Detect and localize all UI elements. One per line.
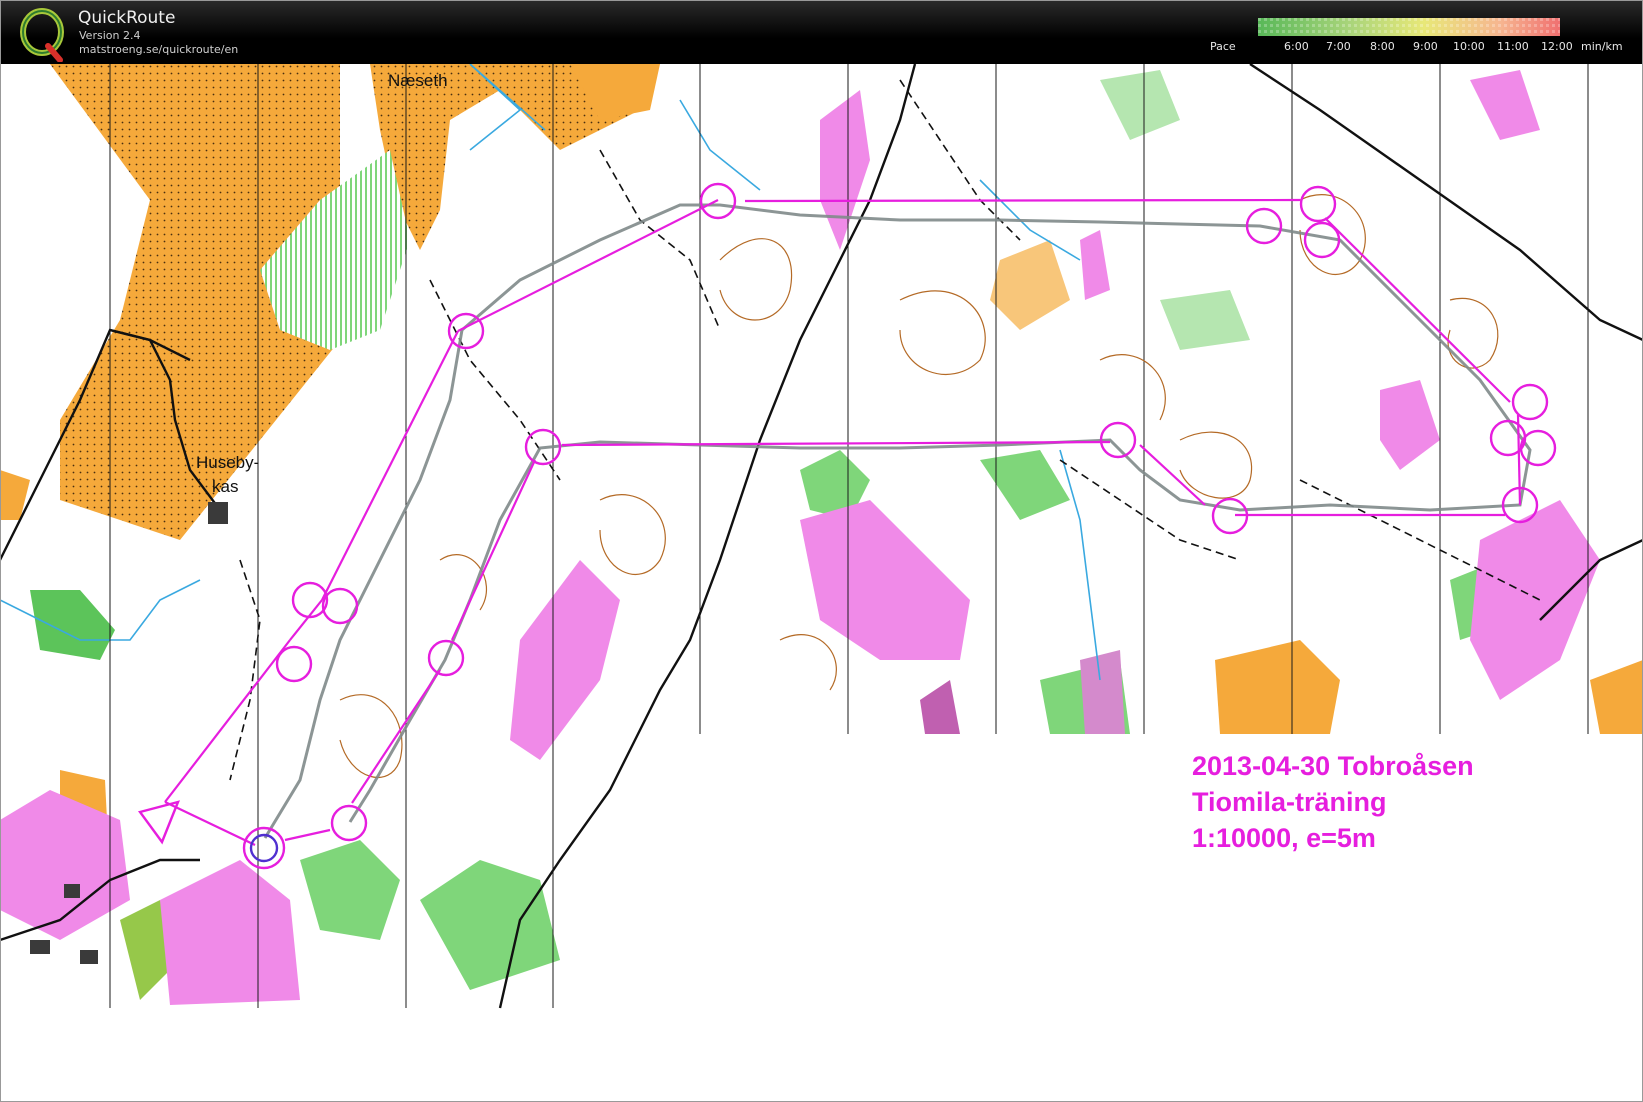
pace-label: Pace <box>1210 40 1236 53</box>
app-name: QuickRoute <box>78 8 176 28</box>
map-caption-training: Tiomila-träning <box>1192 787 1387 817</box>
pace-tick: 8:00 <box>1370 40 1395 53</box>
place-name-naeseth: Næseth <box>388 71 448 90</box>
place-name-huseby-kas: kas <box>212 477 238 496</box>
map-caption-scale: 1:10000, e=5m <box>1192 823 1376 853</box>
pace-tick: 9:00 <box>1413 40 1438 53</box>
app-version: Version 2.4 <box>79 29 141 42</box>
pace-tick: 7:00 <box>1326 40 1351 53</box>
map-caption: 2013-04-30 Tobroåsen Tiomila-träning 1:1… <box>1192 748 1474 856</box>
pace-tick: 11:00 <box>1497 40 1529 53</box>
place-name-huseby: Huseby- <box>196 453 259 472</box>
pace-gradient-bar <box>1258 18 1560 36</box>
orienteering-map[interactable]: Næseth Huseby- kas <box>0 64 1643 1102</box>
app-header: QuickRoute Version 2.4 matstroeng.se/qui… <box>0 0 1643 64</box>
pace-tick: 6:00 <box>1284 40 1309 53</box>
pace-tick: 12:00 <box>1541 40 1573 53</box>
quickroute-q-logo-icon <box>20 8 64 62</box>
app-url: matstroeng.se/quickroute/en <box>79 43 239 56</box>
pace-unit: min/km <box>1581 40 1623 53</box>
map-caption-date-event: 2013-04-30 Tobroåsen <box>1192 751 1474 781</box>
pace-tick: 10:00 <box>1453 40 1485 53</box>
